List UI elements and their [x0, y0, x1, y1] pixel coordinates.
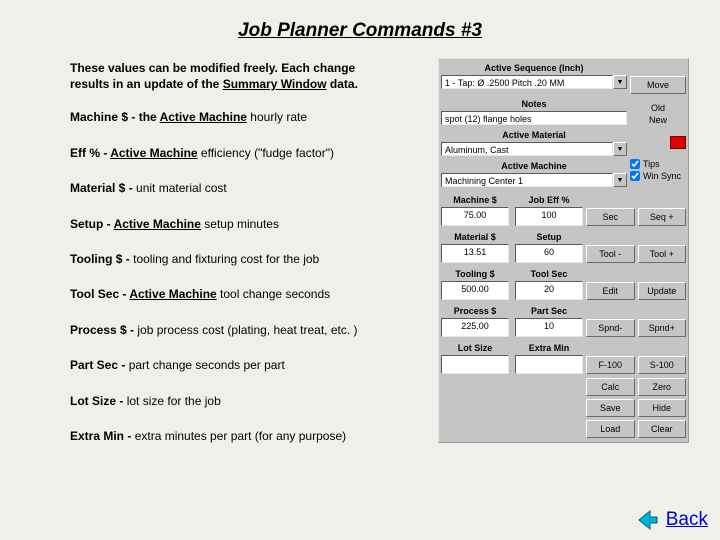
panel-screenshot: Active Sequence (Inch) 1 - Tap: Ø .2500 …: [438, 58, 689, 443]
panel-button[interactable]: Clear: [638, 420, 687, 438]
field-value[interactable]: 225.00: [441, 318, 509, 337]
old-label: Old: [630, 103, 686, 113]
panel-button[interactable]: Zero: [638, 378, 687, 396]
panel-button[interactable]: S-100: [638, 356, 687, 374]
active-material-dropdown[interactable]: Aluminum, Cast: [441, 142, 613, 156]
intro-line2a: results in an update of the: [70, 77, 223, 91]
definition-row: Lot Size - lot size for the job: [70, 394, 428, 408]
field-value[interactable]: [515, 355, 583, 374]
move-button[interactable]: Move: [630, 76, 686, 94]
winsync-label: Win Sync: [643, 171, 681, 181]
field-label: Tool Sec: [515, 269, 583, 279]
field-label: Material $: [441, 232, 509, 242]
chevron-down-icon[interactable]: ▼: [613, 173, 627, 187]
definition-row: Tool Sec - Active Machine tool change se…: [70, 287, 428, 301]
active-machine-dropdown[interactable]: Machining Center 1: [441, 173, 613, 187]
chevron-down-icon[interactable]: ▼: [613, 142, 627, 156]
field-value[interactable]: 13.51: [441, 244, 509, 263]
notes-field[interactable]: spot (12) flange holes: [441, 111, 627, 125]
field-label: Lot Size: [441, 343, 509, 353]
intro-text: These values can be modified freely. Eac…: [70, 60, 428, 92]
panel-button[interactable]: Edit: [586, 282, 635, 300]
tips-label: Tips: [643, 159, 660, 169]
definition-row: Process $ - job process cost (plating, h…: [70, 323, 428, 337]
panel-button[interactable]: Tool +: [638, 245, 687, 263]
intro-underline: Summary Window: [223, 77, 327, 91]
tips-checkbox[interactable]: Tips: [630, 159, 686, 169]
definitions-column: These values can be modified freely. Eac…: [70, 52, 438, 443]
color-swatch[interactable]: [670, 136, 686, 149]
panel-button[interactable]: Load: [586, 420, 635, 438]
field-value[interactable]: 20: [515, 281, 583, 300]
field-label: Extra Min: [515, 343, 583, 353]
active-sequence-label: Active Sequence (Inch): [441, 63, 627, 73]
field-label: Process $: [441, 306, 509, 316]
field-value[interactable]: 75.00: [441, 207, 509, 226]
definition-row: Setup - Active Machine setup minutes: [70, 217, 428, 231]
panel-button[interactable]: Seq +: [638, 208, 687, 226]
panel-button[interactable]: Spnd+: [638, 319, 687, 337]
field-label: Machine $: [441, 195, 509, 205]
back-arrow-icon: [636, 508, 660, 532]
field-value[interactable]: 10: [515, 318, 583, 337]
field-value[interactable]: 100: [515, 207, 583, 226]
field-label: Job Eff %: [515, 195, 583, 205]
panel-button[interactable]: F-100: [586, 356, 635, 374]
field-label: Tooling $: [441, 269, 509, 279]
panel-button[interactable]: Update: [638, 282, 687, 300]
back-label: Back: [666, 509, 708, 531]
definition-row: Part Sec - part change seconds per part: [70, 358, 428, 372]
winsync-checkbox[interactable]: Win Sync: [630, 171, 686, 181]
active-sequence-dropdown[interactable]: 1 - Tap: Ø .2500 Pitch .20 MM: [441, 75, 613, 89]
panel-button[interactable]: Calc: [586, 378, 635, 396]
field-label: Part Sec: [515, 306, 583, 316]
active-machine-label: Active Machine: [441, 161, 627, 171]
notes-label: Notes: [441, 99, 627, 109]
field-value[interactable]: 500.00: [441, 281, 509, 300]
definition-row: Tooling $ - tooling and fixturing cost f…: [70, 252, 428, 266]
field-value[interactable]: 60: [515, 244, 583, 263]
intro-line1: These values can be modified freely. Eac…: [70, 61, 355, 75]
page-title: Job Planner Commands #3: [0, 0, 720, 52]
intro-line2c: data.: [327, 77, 358, 91]
panel-button[interactable]: Tool -: [586, 245, 635, 263]
definition-row: Material $ - unit material cost: [70, 181, 428, 195]
panel-button[interactable]: Save: [586, 399, 635, 417]
panel-button[interactable]: Hide: [638, 399, 687, 417]
panel-button[interactable]: Sec: [586, 208, 635, 226]
panel-button[interactable]: Spnd-: [586, 319, 635, 337]
chevron-down-icon[interactable]: ▼: [613, 75, 627, 89]
field-value[interactable]: [441, 355, 509, 374]
definition-row: Extra Min - extra minutes per part (for …: [70, 429, 428, 443]
definition-row: Machine $ - the Active Machine hourly ra…: [70, 110, 428, 124]
field-label: Setup: [515, 232, 583, 242]
back-link[interactable]: Back: [636, 508, 708, 532]
active-material-label: Active Material: [441, 130, 627, 140]
new-label: New: [630, 115, 686, 125]
definition-row: Eff % - Active Machine efficiency ("fudg…: [70, 146, 428, 160]
